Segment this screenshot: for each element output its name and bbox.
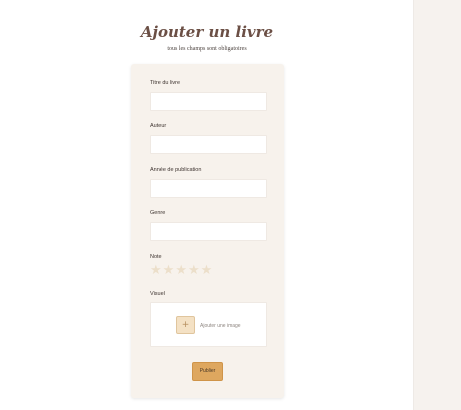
add-book-form: Titre du livre Auteur Année de publicati… bbox=[131, 64, 284, 398]
title-input[interactable] bbox=[150, 92, 267, 111]
plus-icon[interactable]: + bbox=[176, 316, 195, 334]
star-icon-1[interactable]: ★ bbox=[150, 264, 162, 277]
main-panel: Ajouter un livre tous les champs sont ob… bbox=[0, 0, 414, 410]
image-upload-area[interactable]: + Ajouter une image bbox=[150, 302, 267, 347]
page-title: Ajouter un livre bbox=[140, 23, 274, 41]
year-input[interactable] bbox=[150, 179, 267, 198]
star-icon-2[interactable]: ★ bbox=[163, 264, 175, 277]
field-label-genre: Genre bbox=[150, 210, 166, 216]
background-strip bbox=[414, 0, 461, 410]
field-label-year: Année de publication bbox=[150, 167, 202, 173]
upload-image-label: Ajouter une image bbox=[200, 323, 241, 329]
field-label-visual: Visuel bbox=[150, 291, 165, 297]
field-label-rating: Note bbox=[150, 254, 162, 260]
star-icon-5[interactable]: ★ bbox=[201, 264, 213, 277]
field-label-author: Auteur bbox=[150, 123, 167, 129]
author-input[interactable] bbox=[150, 135, 267, 154]
field-label-title: Titre du livre bbox=[150, 80, 181, 86]
rating-stars: ★ ★ ★ ★ ★ bbox=[150, 264, 212, 277]
genre-input[interactable] bbox=[150, 222, 267, 241]
publish-button[interactable]: Publier bbox=[192, 362, 223, 381]
star-icon-4[interactable]: ★ bbox=[188, 264, 200, 277]
star-icon-3[interactable]: ★ bbox=[175, 264, 187, 277]
page-subtitle: tous les champs sont obligatoires bbox=[167, 46, 247, 52]
